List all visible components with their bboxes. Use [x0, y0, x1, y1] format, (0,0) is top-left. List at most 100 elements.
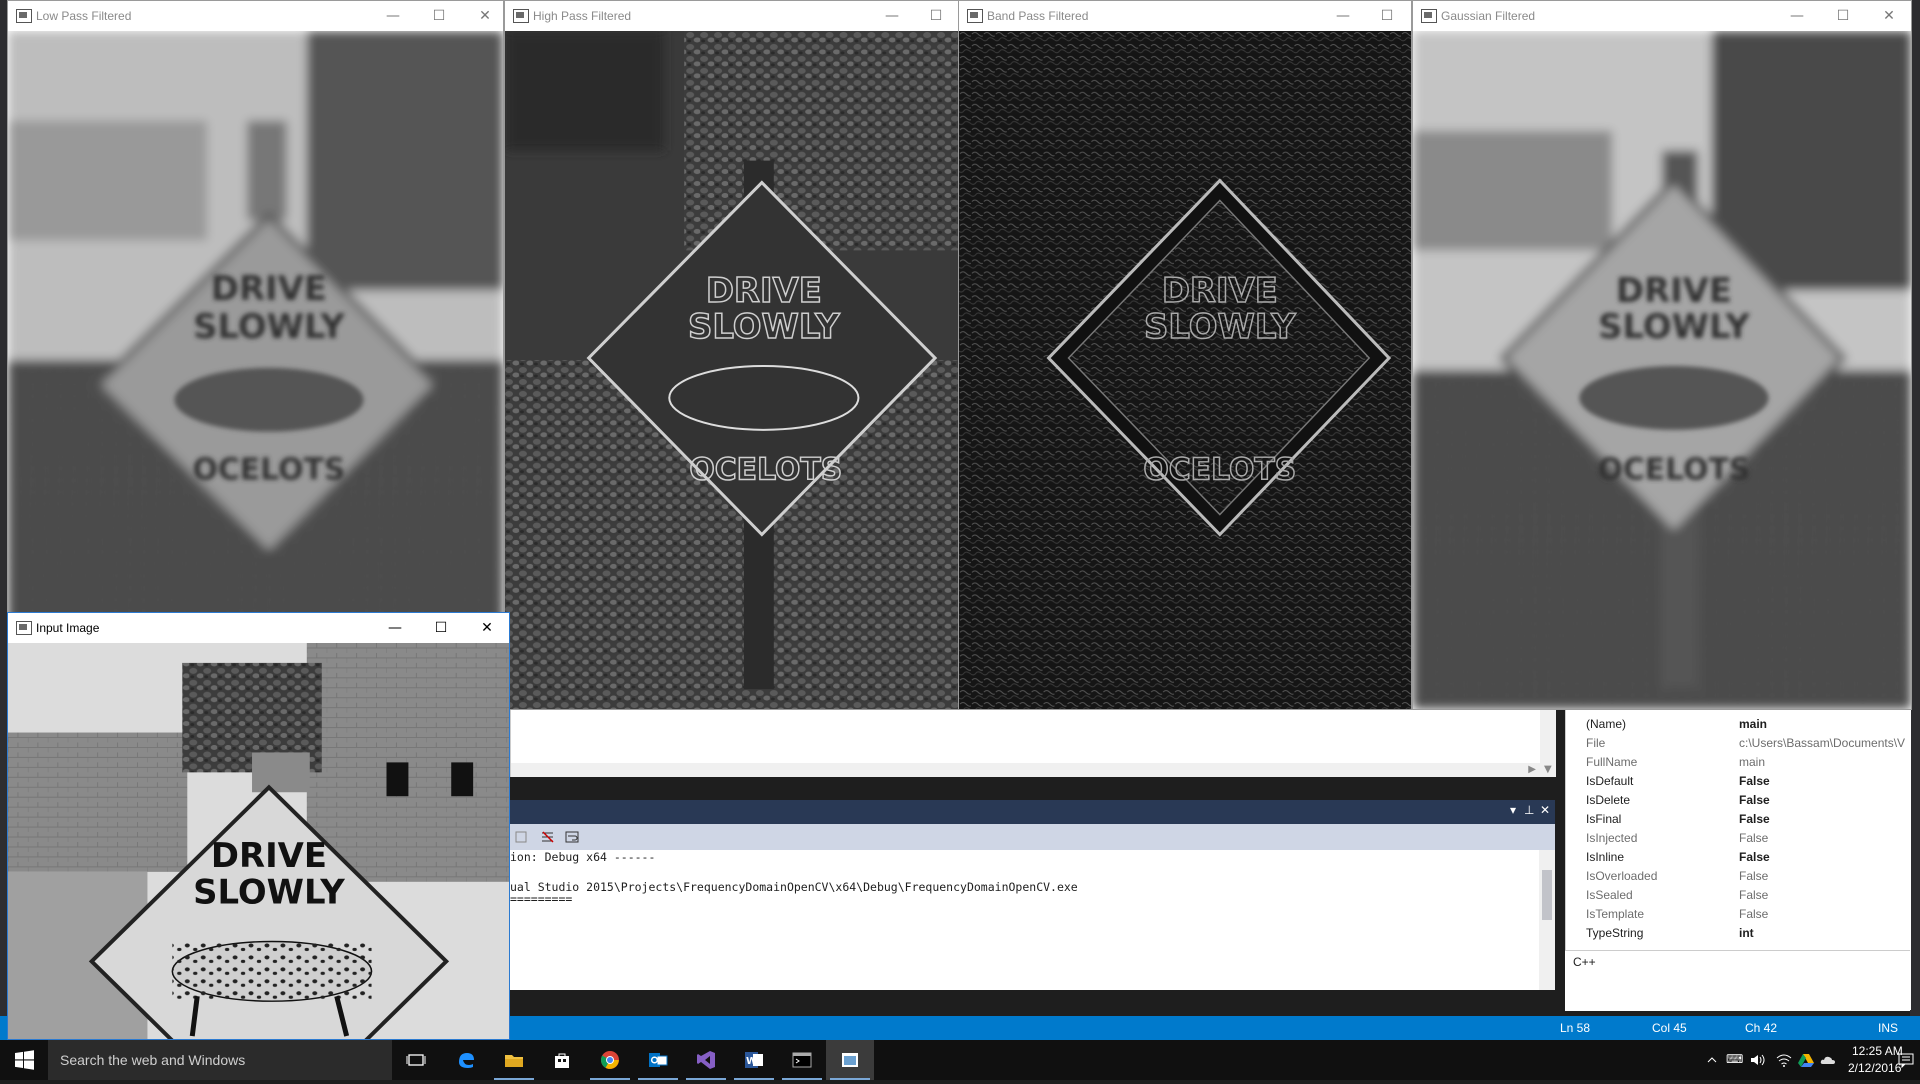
- window-titlebar[interactable]: Input Image — ☐ ✕: [8, 613, 509, 643]
- volume-icon[interactable]: [1750, 1053, 1766, 1067]
- outlook-icon: [649, 1053, 668, 1067]
- maximize-button[interactable]: ☐: [1821, 5, 1865, 27]
- high-pass-window[interactable]: High Pass Filtered — ☐ DRIVE SLOWLY OCEL…: [504, 0, 959, 710]
- code-editor[interactable]: ▼ ▶: [510, 705, 1556, 777]
- property-row[interactable]: TypeString int: [1566, 924, 1911, 943]
- sign-text-slowly: SLOWLY: [193, 307, 345, 346]
- close-button[interactable]: ✕: [1867, 5, 1911, 27]
- maximize-button[interactable]: ☐: [914, 5, 958, 27]
- onedrive-icon[interactable]: [1820, 1052, 1836, 1068]
- window-titlebar[interactable]: Gaussian Filtered — ☐ ✕: [1413, 1, 1911, 31]
- action-center-icon[interactable]: [1898, 1052, 1914, 1068]
- sign-text-drive: DRIVE: [211, 836, 327, 875]
- app-icon: [16, 621, 32, 635]
- property-row[interactable]: IsFinal False: [1566, 810, 1911, 829]
- clock-time[interactable]: 12:25 AM: [1852, 1044, 1903, 1058]
- property-value[interactable]: main: [1739, 717, 1909, 731]
- window-titlebar[interactable]: Low Pass Filtered — ☐ ✕: [8, 1, 503, 31]
- scroll-right-icon[interactable]: ▶: [1528, 764, 1536, 775]
- output-panel-titlebar: ▾ ⊥ ✕: [510, 800, 1555, 824]
- property-row[interactable]: IsInjected False: [1566, 829, 1911, 848]
- taskbar-word[interactable]: W: [730, 1040, 778, 1080]
- maximize-button[interactable]: ☐: [1365, 5, 1409, 27]
- taskbar-file-explorer[interactable]: [490, 1040, 538, 1080]
- property-value[interactable]: False: [1739, 812, 1909, 826]
- property-value[interactable]: False: [1739, 774, 1909, 788]
- window-titlebar[interactable]: High Pass Filtered — ☐: [505, 1, 958, 31]
- sign-text-ocelots: OCELOTS: [1597, 453, 1750, 488]
- output-line: ual Studio 2015\Projects\FrequencyDomain…: [510, 880, 1078, 894]
- wifi-icon[interactable]: [1776, 1053, 1792, 1067]
- taskbar-chrome[interactable]: [586, 1040, 634, 1080]
- minimize-button[interactable]: —: [1321, 5, 1365, 27]
- taskbar-outlook[interactable]: [634, 1040, 682, 1080]
- maximize-button[interactable]: ☐: [419, 617, 463, 639]
- property-value[interactable]: False: [1739, 907, 1909, 921]
- property-value[interactable]: False: [1739, 888, 1909, 902]
- band-pass-window[interactable]: Band Pass Filtered — ☐ DRIVE SLOWLY OCEL…: [958, 0, 1412, 710]
- property-row[interactable]: IsTemplate False: [1566, 905, 1911, 924]
- close-button[interactable]: ✕: [463, 5, 503, 27]
- input-language-icon[interactable]: ⌨: [1726, 1052, 1743, 1066]
- minimize-button[interactable]: —: [371, 5, 415, 27]
- window-title: Band Pass Filtered: [987, 9, 1089, 23]
- start-button[interactable]: [0, 1040, 48, 1080]
- app-icon: [967, 9, 983, 23]
- property-value[interactable]: False: [1739, 869, 1909, 883]
- property-value[interactable]: False: [1739, 831, 1909, 845]
- maximize-button[interactable]: ☐: [417, 5, 461, 27]
- editor-horizontal-scrollbar[interactable]: ▶: [511, 763, 1540, 777]
- output-pane[interactable]: ion: Debug x64 ------ ual Studio 2015\Pr…: [510, 850, 1555, 990]
- pin-icon[interactable]: ⊥: [1524, 803, 1534, 817]
- google-drive-icon[interactable]: [1798, 1052, 1814, 1068]
- app-icon: [513, 9, 529, 23]
- editor-vertical-scrollbar[interactable]: ▼: [1540, 705, 1556, 777]
- find-icon[interactable]: [514, 829, 530, 845]
- taskbar-visual-studio[interactable]: [682, 1040, 730, 1080]
- gaussian-window[interactable]: Gaussian Filtered — ☐ ✕ DRIVE SLOWLY OCE…: [1412, 0, 1912, 710]
- taskbar-command-prompt[interactable]: [778, 1040, 826, 1080]
- word-wrap-icon[interactable]: [564, 829, 580, 845]
- task-view-button[interactable]: [392, 1040, 440, 1080]
- close-button[interactable]: ✕: [465, 617, 509, 639]
- close-icon[interactable]: ✕: [1540, 803, 1550, 817]
- sign-text-slowly: SLOWLY: [688, 307, 840, 346]
- property-row[interactable]: IsDelete False: [1566, 791, 1911, 810]
- scroll-down-icon[interactable]: ▼: [1544, 764, 1552, 775]
- clear-all-icon[interactable]: [540, 829, 556, 845]
- app-window-icon: [842, 1053, 858, 1067]
- property-row[interactable]: (Name) main: [1566, 715, 1911, 734]
- scroll-thumb[interactable]: [1542, 870, 1552, 920]
- search-box[interactable]: Search the web and Windows: [48, 1040, 392, 1080]
- property-value[interactable]: main: [1739, 755, 1909, 769]
- description-text: C++: [1573, 955, 1596, 969]
- taskbar-edge[interactable]: [442, 1040, 490, 1080]
- low-pass-image: DRIVE SLOWLY OCELOTS: [8, 31, 503, 639]
- property-row[interactable]: FullName main: [1566, 753, 1911, 772]
- taskbar-store[interactable]: [538, 1040, 586, 1080]
- property-value[interactable]: False: [1739, 850, 1909, 864]
- sign-text-slowly: SLOWLY: [1144, 307, 1296, 346]
- minimize-button[interactable]: —: [870, 5, 914, 27]
- property-row[interactable]: IsDefault False: [1566, 772, 1911, 791]
- property-row[interactable]: File c:\Users\Bassam\Documents\V: [1566, 734, 1911, 753]
- property-row[interactable]: IsInline False: [1566, 848, 1911, 867]
- property-value[interactable]: False: [1739, 793, 1909, 807]
- sign-text-drive: DRIVE: [211, 269, 327, 308]
- clock-date[interactable]: 2/12/2016: [1848, 1061, 1901, 1075]
- property-row[interactable]: IsOverloaded False: [1566, 867, 1911, 886]
- taskbar-opencv-window[interactable]: [826, 1040, 874, 1080]
- window-titlebar[interactable]: Band Pass Filtered — ☐: [959, 1, 1411, 31]
- property-value[interactable]: c:\Users\Bassam\Documents\V: [1739, 736, 1909, 750]
- dropdown-icon[interactable]: ▾: [1510, 803, 1516, 817]
- chevron-up-icon[interactable]: [1706, 1054, 1718, 1066]
- low-pass-window[interactable]: Low Pass Filtered — ☐ ✕ DRIVE SLOWLY OCE…: [7, 0, 504, 640]
- minimize-button[interactable]: —: [1775, 5, 1819, 27]
- output-scrollbar[interactable]: [1539, 850, 1555, 990]
- line-number: Ln 58: [1560, 1021, 1591, 1035]
- search-placeholder: Search the web and Windows: [60, 1052, 246, 1068]
- input-image-window[interactable]: Input Image — ☐ ✕ DRIVE SLOWLY: [7, 612, 510, 1040]
- property-row[interactable]: IsSealed False: [1566, 886, 1911, 905]
- minimize-button[interactable]: —: [373, 617, 417, 639]
- property-value[interactable]: int: [1739, 926, 1909, 940]
